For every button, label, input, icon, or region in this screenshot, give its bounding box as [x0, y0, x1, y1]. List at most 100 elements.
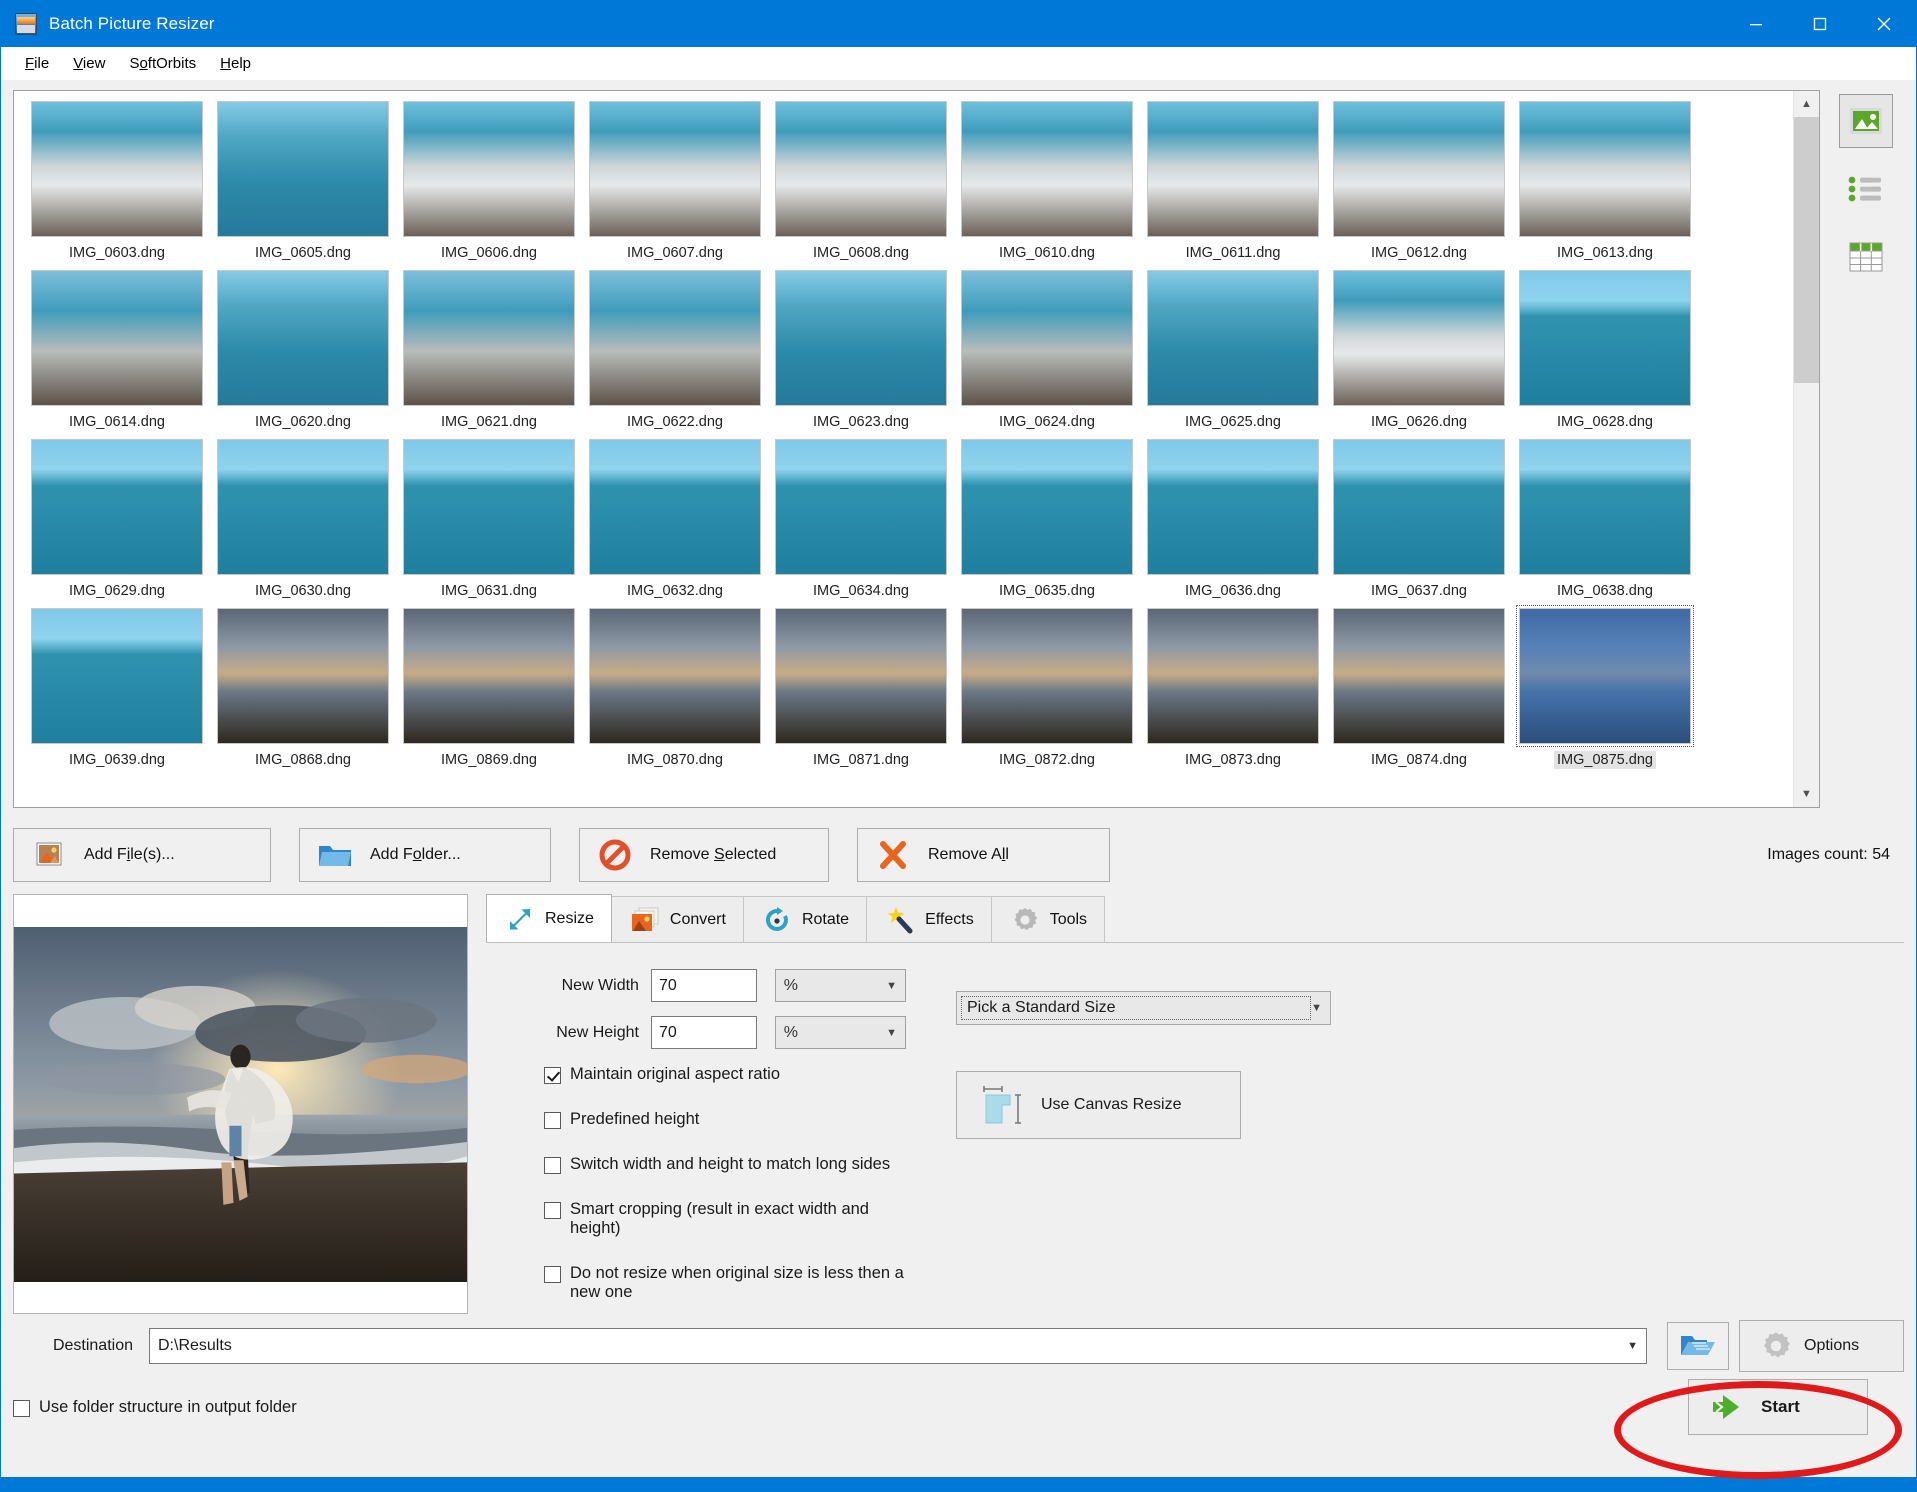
thumbnail-image[interactable]: [1333, 439, 1505, 575]
thumbnail-image[interactable]: [403, 270, 575, 406]
resize-option-checkbox[interactable]: Predefined height: [544, 1110, 906, 1129]
thumbnail-image[interactable]: [217, 439, 389, 575]
thumbnail-item[interactable]: IMG_0874.dng: [1326, 608, 1512, 769]
thumbnail-image[interactable]: [589, 439, 761, 575]
thumbnail-image[interactable]: [31, 270, 203, 406]
thumbnail-item[interactable]: IMG_0637.dng: [1326, 439, 1512, 600]
tab-rotate[interactable]: Rotate: [743, 896, 867, 942]
thumbnail-item[interactable]: IMG_0614.dng: [24, 270, 210, 431]
menu-view[interactable]: View: [61, 51, 117, 76]
thumbnail-item[interactable]: IMG_0626.dng: [1326, 270, 1512, 431]
add-files-button[interactable]: Add File(s)...: [13, 828, 271, 882]
thumbnail-image[interactable]: [775, 608, 947, 744]
thumbnail-image[interactable]: [403, 608, 575, 744]
standard-size-select[interactable]: Pick a Standard Size ▼: [956, 991, 1331, 1025]
thumbnail-item[interactable]: IMG_0870.dng: [582, 608, 768, 769]
thumbnail-image[interactable]: [1147, 608, 1319, 744]
thumbnail-image[interactable]: [1333, 608, 1505, 744]
start-button[interactable]: Start: [1688, 1379, 1868, 1435]
thumbnail-image[interactable]: [1147, 101, 1319, 237]
thumbnail-image[interactable]: [31, 439, 203, 575]
use-folder-structure-checkbox[interactable]: Use folder structure in output folder: [13, 1398, 297, 1417]
resize-option-checkbox[interactable]: Maintain original aspect ratio: [544, 1065, 906, 1084]
thumbnail-item[interactable]: IMG_0636.dng: [1140, 439, 1326, 600]
thumbnail-item[interactable]: IMG_0605.dng: [210, 101, 396, 262]
thumbnail-image[interactable]: [1147, 439, 1319, 575]
thumbnail-image[interactable]: [775, 270, 947, 406]
thumbnail-item[interactable]: IMG_0610.dng: [954, 101, 1140, 262]
thumbnail-image[interactable]: [1519, 439, 1691, 575]
destination-input[interactable]: D:\Results ▼: [149, 1328, 1647, 1364]
menu-softorbits[interactable]: SoftOrbits: [117, 51, 208, 76]
thumbnails-scrollbar[interactable]: ▲ ▼: [1793, 91, 1819, 807]
thumbnail-item[interactable]: IMG_0638.dng: [1512, 439, 1698, 600]
thumbnail-image[interactable]: [961, 439, 1133, 575]
list-view-button[interactable]: [1839, 162, 1893, 216]
menu-help[interactable]: Help: [208, 51, 263, 76]
thumbnail-item[interactable]: IMG_0603.dng: [24, 101, 210, 262]
tab-tools[interactable]: Tools: [991, 896, 1105, 942]
thumbnail-item[interactable]: IMG_0621.dng: [396, 270, 582, 431]
thumbnail-image[interactable]: [403, 101, 575, 237]
browse-folder-button[interactable]: [1667, 1322, 1729, 1370]
thumbnail-image[interactable]: [217, 101, 389, 237]
thumbnail-item[interactable]: IMG_0639.dng: [24, 608, 210, 769]
thumbnail-image[interactable]: [1333, 270, 1505, 406]
thumbnail-image[interactable]: [961, 608, 1133, 744]
thumbnail-item[interactable]: IMG_0630.dng: [210, 439, 396, 600]
thumbnail-item[interactable]: IMG_0873.dng: [1140, 608, 1326, 769]
thumbnail-image[interactable]: [961, 101, 1133, 237]
remove-selected-button[interactable]: Remove Selected: [579, 828, 829, 882]
thumbnail-item[interactable]: IMG_0632.dng: [582, 439, 768, 600]
thumbnail-item[interactable]: IMG_0607.dng: [582, 101, 768, 262]
thumbnail-item[interactable]: IMG_0635.dng: [954, 439, 1140, 600]
thumbnail-image[interactable]: [1333, 101, 1505, 237]
thumbnail-item[interactable]: IMG_0628.dng: [1512, 270, 1698, 431]
thumbnail-item[interactable]: IMG_0875.dng: [1512, 608, 1698, 769]
thumbnail-image[interactable]: [31, 608, 203, 744]
thumbnail-item[interactable]: IMG_0612.dng: [1326, 101, 1512, 262]
new-height-unit-select[interactable]: % ▼: [775, 1016, 906, 1049]
thumbnail-item[interactable]: IMG_0623.dng: [768, 270, 954, 431]
scrollbar-thumb[interactable]: [1794, 117, 1819, 383]
scroll-up-icon[interactable]: ▲: [1794, 91, 1819, 117]
new-width-unit-select[interactable]: % ▼: [775, 969, 906, 1002]
tab-convert[interactable]: Convert: [611, 896, 744, 942]
tab-resize[interactable]: Resize: [486, 894, 612, 942]
scroll-down-icon[interactable]: ▼: [1794, 781, 1819, 807]
thumbnail-item[interactable]: IMG_0634.dng: [768, 439, 954, 600]
thumbnail-image[interactable]: [589, 270, 761, 406]
remove-all-button[interactable]: Remove All: [857, 828, 1110, 882]
thumbnail-image[interactable]: [403, 439, 575, 575]
new-width-input[interactable]: 70: [651, 969, 757, 1002]
thumbnail-item[interactable]: IMG_0606.dng: [396, 101, 582, 262]
thumbnail-image[interactable]: [217, 608, 389, 744]
minimize-icon[interactable]: [1724, 1, 1788, 47]
thumbnail-item[interactable]: IMG_0611.dng: [1140, 101, 1326, 262]
thumbnail-item[interactable]: IMG_0869.dng: [396, 608, 582, 769]
thumbnail-image[interactable]: [589, 608, 761, 744]
thumbnail-image[interactable]: [1519, 608, 1691, 744]
add-folder-button[interactable]: Add Folder...: [299, 828, 551, 882]
thumbnail-item[interactable]: IMG_0868.dng: [210, 608, 396, 769]
thumbnail-item[interactable]: IMG_0872.dng: [954, 608, 1140, 769]
thumbnail-item[interactable]: IMG_0871.dng: [768, 608, 954, 769]
thumbnail-image[interactable]: [961, 270, 1133, 406]
thumbnail-image[interactable]: [589, 101, 761, 237]
use-canvas-resize-button[interactable]: Use Canvas Resize: [956, 1071, 1241, 1139]
thumbnail-image[interactable]: [775, 101, 947, 237]
tab-effects[interactable]: Effects: [866, 896, 992, 942]
thumbnail-image[interactable]: [31, 101, 203, 237]
thumbnail-item[interactable]: IMG_0620.dng: [210, 270, 396, 431]
thumbnail-image[interactable]: [1147, 270, 1319, 406]
thumbnails-panel[interactable]: IMG_0603.dngIMG_0605.dngIMG_0606.dngIMG_…: [13, 90, 1820, 808]
thumbnail-image[interactable]: [1519, 270, 1691, 406]
thumbnail-item[interactable]: IMG_0624.dng: [954, 270, 1140, 431]
thumbnail-item[interactable]: IMG_0631.dng: [396, 439, 582, 600]
resize-option-checkbox[interactable]: Smart cropping (result in exact width an…: [544, 1200, 906, 1238]
resize-option-checkbox[interactable]: Do not resize when original size is less…: [544, 1264, 906, 1302]
thumbnail-item[interactable]: IMG_0625.dng: [1140, 270, 1326, 431]
thumbnail-item[interactable]: IMG_0613.dng: [1512, 101, 1698, 262]
scrollbar-track[interactable]: [1794, 117, 1819, 781]
menu-file[interactable]: File: [13, 51, 61, 76]
